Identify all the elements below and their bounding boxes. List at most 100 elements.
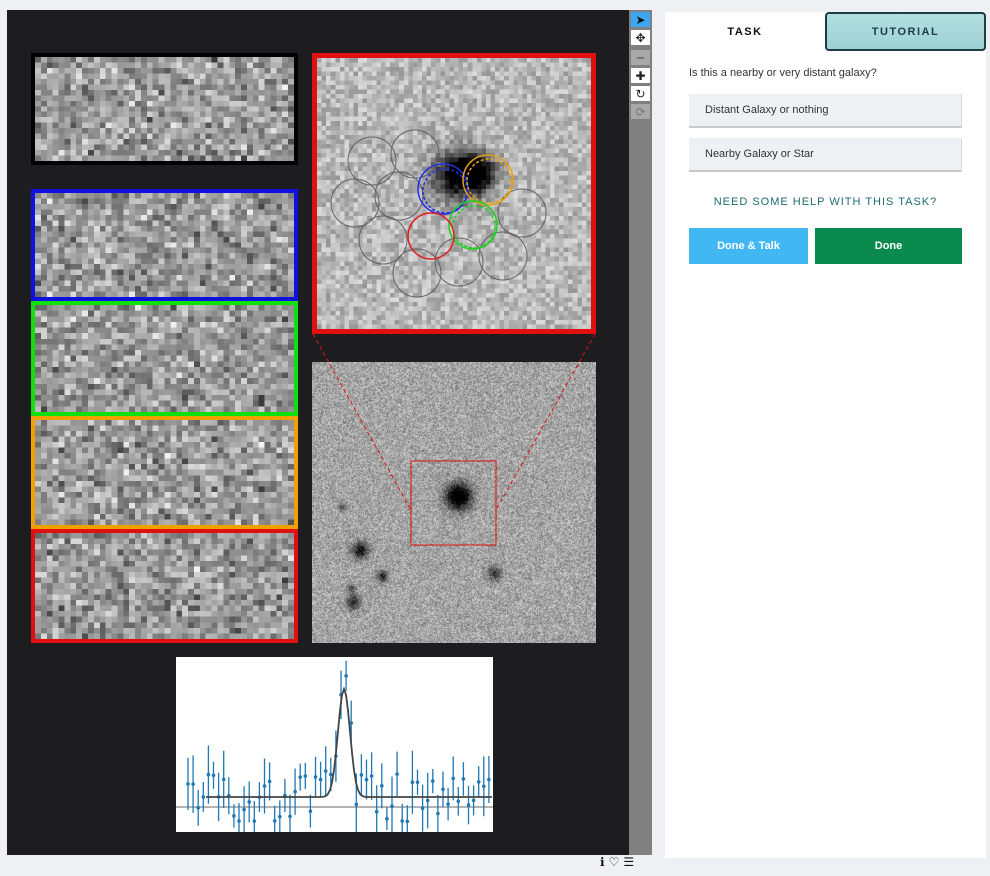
spectrum-point — [461, 777, 466, 781]
reset-button[interactable]: ⟳ — [631, 104, 650, 119]
answer-label: Nearby Galaxy or Star — [705, 148, 814, 160]
spectrum-point — [247, 800, 251, 804]
spectrum-plot — [176, 657, 493, 841]
done-button[interactable]: Done — [815, 228, 962, 264]
spectrum-point — [278, 814, 282, 819]
spectrum-point — [237, 819, 241, 823]
subject-viewer[interactable] — [7, 10, 629, 855]
aperture-green — [452, 205, 496, 249]
spectrum-point — [380, 784, 384, 788]
answer-distant-galaxy[interactable]: Distant Galaxy or nothing — [689, 94, 962, 128]
cutout-image — [35, 193, 294, 297]
done-and-talk-button[interactable]: Done & Talk — [689, 228, 808, 264]
pointer-icon: ➤ — [635, 12, 646, 27]
cutout-image — [35, 57, 294, 161]
spectrum-point — [313, 775, 318, 779]
spectrum-point — [191, 782, 195, 786]
heart-icon[interactable]: ♡ — [609, 855, 620, 869]
cutout-image — [35, 305, 294, 412]
tab-task[interactable]: TASK — [665, 12, 825, 51]
aperture-ring — [478, 231, 528, 281]
spectrum-point — [308, 809, 313, 813]
spectrum-point — [471, 798, 476, 803]
tab-tutorial[interactable]: TUTORIAL — [825, 12, 986, 51]
answer-nearby-galaxy[interactable]: Nearby Galaxy or Star — [689, 138, 962, 172]
move-tool-button[interactable]: ✥ — [631, 30, 650, 45]
spectrum-point — [466, 803, 471, 807]
aperture-ring — [390, 129, 440, 179]
spectrum-point — [329, 772, 333, 777]
spectrum-point — [395, 772, 399, 776]
aperture-ring — [374, 171, 424, 221]
reset-icon: ⟳ — [635, 104, 646, 119]
zoom-cutout — [312, 53, 596, 334]
task-question: Is this a nearby or very distant galaxy? — [689, 67, 877, 79]
help-link[interactable]: NEED SOME HELP WITH THIS TASK? — [665, 196, 986, 208]
spectrum-point — [410, 780, 415, 784]
spectrum-point — [267, 779, 272, 784]
aperture-blue — [422, 168, 468, 214]
subject-actions: ℹ ♡ ☰ — [600, 855, 634, 869]
viewer-toolbar: ➤ ✥ ━ ✚ ↻ ⟳ — [629, 10, 652, 855]
spectrum-svg — [176, 660, 493, 841]
spectrum-point — [369, 774, 374, 778]
answer-label: Distant Galaxy or nothing — [705, 104, 829, 116]
cutout-image — [35, 533, 294, 639]
aperture-orange — [462, 154, 514, 206]
zoom-out-button[interactable]: ━ — [631, 50, 650, 65]
info-icon[interactable]: ℹ — [600, 855, 605, 869]
rotate-icon: ↻ — [635, 86, 646, 101]
aperture-ring — [347, 136, 397, 186]
spectrum-point — [298, 775, 302, 779]
spectrum-point — [252, 819, 257, 823]
field-image — [312, 362, 596, 643]
spectrum-point — [451, 776, 456, 781]
aperture-orange — [466, 158, 512, 204]
spectrum-point — [436, 811, 440, 816]
spectrum-point — [405, 819, 410, 824]
aperture-ring — [392, 248, 442, 298]
spectrum-point — [385, 816, 389, 821]
spectrum-point — [262, 784, 267, 788]
spectrum-point — [344, 674, 348, 678]
spectrum-point — [359, 773, 364, 777]
cutout-panel-green — [31, 301, 298, 416]
spectrum-point — [232, 814, 236, 818]
spectrum-point — [441, 787, 445, 792]
spectrum-point — [221, 777, 226, 782]
minus-icon: ━ — [636, 50, 645, 65]
spectrum-point — [293, 789, 297, 794]
spectrum-point — [303, 774, 308, 778]
field-image-panel — [312, 362, 596, 643]
spectrum-point — [446, 802, 450, 807]
spectrum-point — [420, 806, 425, 811]
spectrum-point — [390, 804, 394, 809]
spectrum-point — [400, 819, 404, 823]
collections-icon[interactable]: ☰ — [623, 855, 634, 869]
spectrum-point — [242, 807, 246, 812]
pointer-tool-button[interactable]: ➤ — [631, 12, 650, 27]
spectrum-point — [201, 795, 206, 799]
plus-icon: ✚ — [635, 68, 646, 83]
cutout-panel-orange — [31, 416, 298, 529]
spectrum-point — [364, 777, 369, 782]
spectrum-point — [196, 806, 200, 810]
rotate-button[interactable]: ↻ — [631, 86, 650, 101]
zoom-in-button[interactable]: ✚ — [631, 68, 650, 83]
spectrum-point — [374, 809, 379, 814]
spectrum-point — [318, 777, 323, 782]
spectrum-point — [211, 773, 216, 778]
cutout-panel-blue — [31, 189, 298, 301]
spectrum-point — [482, 784, 486, 789]
spectrum-point — [415, 780, 420, 785]
spectrum-fit-line — [206, 686, 492, 798]
cutout-panel-black — [31, 53, 298, 165]
spectrum-point — [476, 780, 481, 784]
aperture-ring — [330, 178, 380, 228]
task-panel: TASK TUTORIAL Is this a nearby or very d… — [665, 12, 986, 858]
spectrum-point — [425, 798, 430, 803]
spectrum-point — [206, 772, 211, 777]
spectrum-point — [272, 819, 277, 823]
spectrum-point — [186, 782, 190, 786]
spectrum-point — [431, 779, 435, 783]
